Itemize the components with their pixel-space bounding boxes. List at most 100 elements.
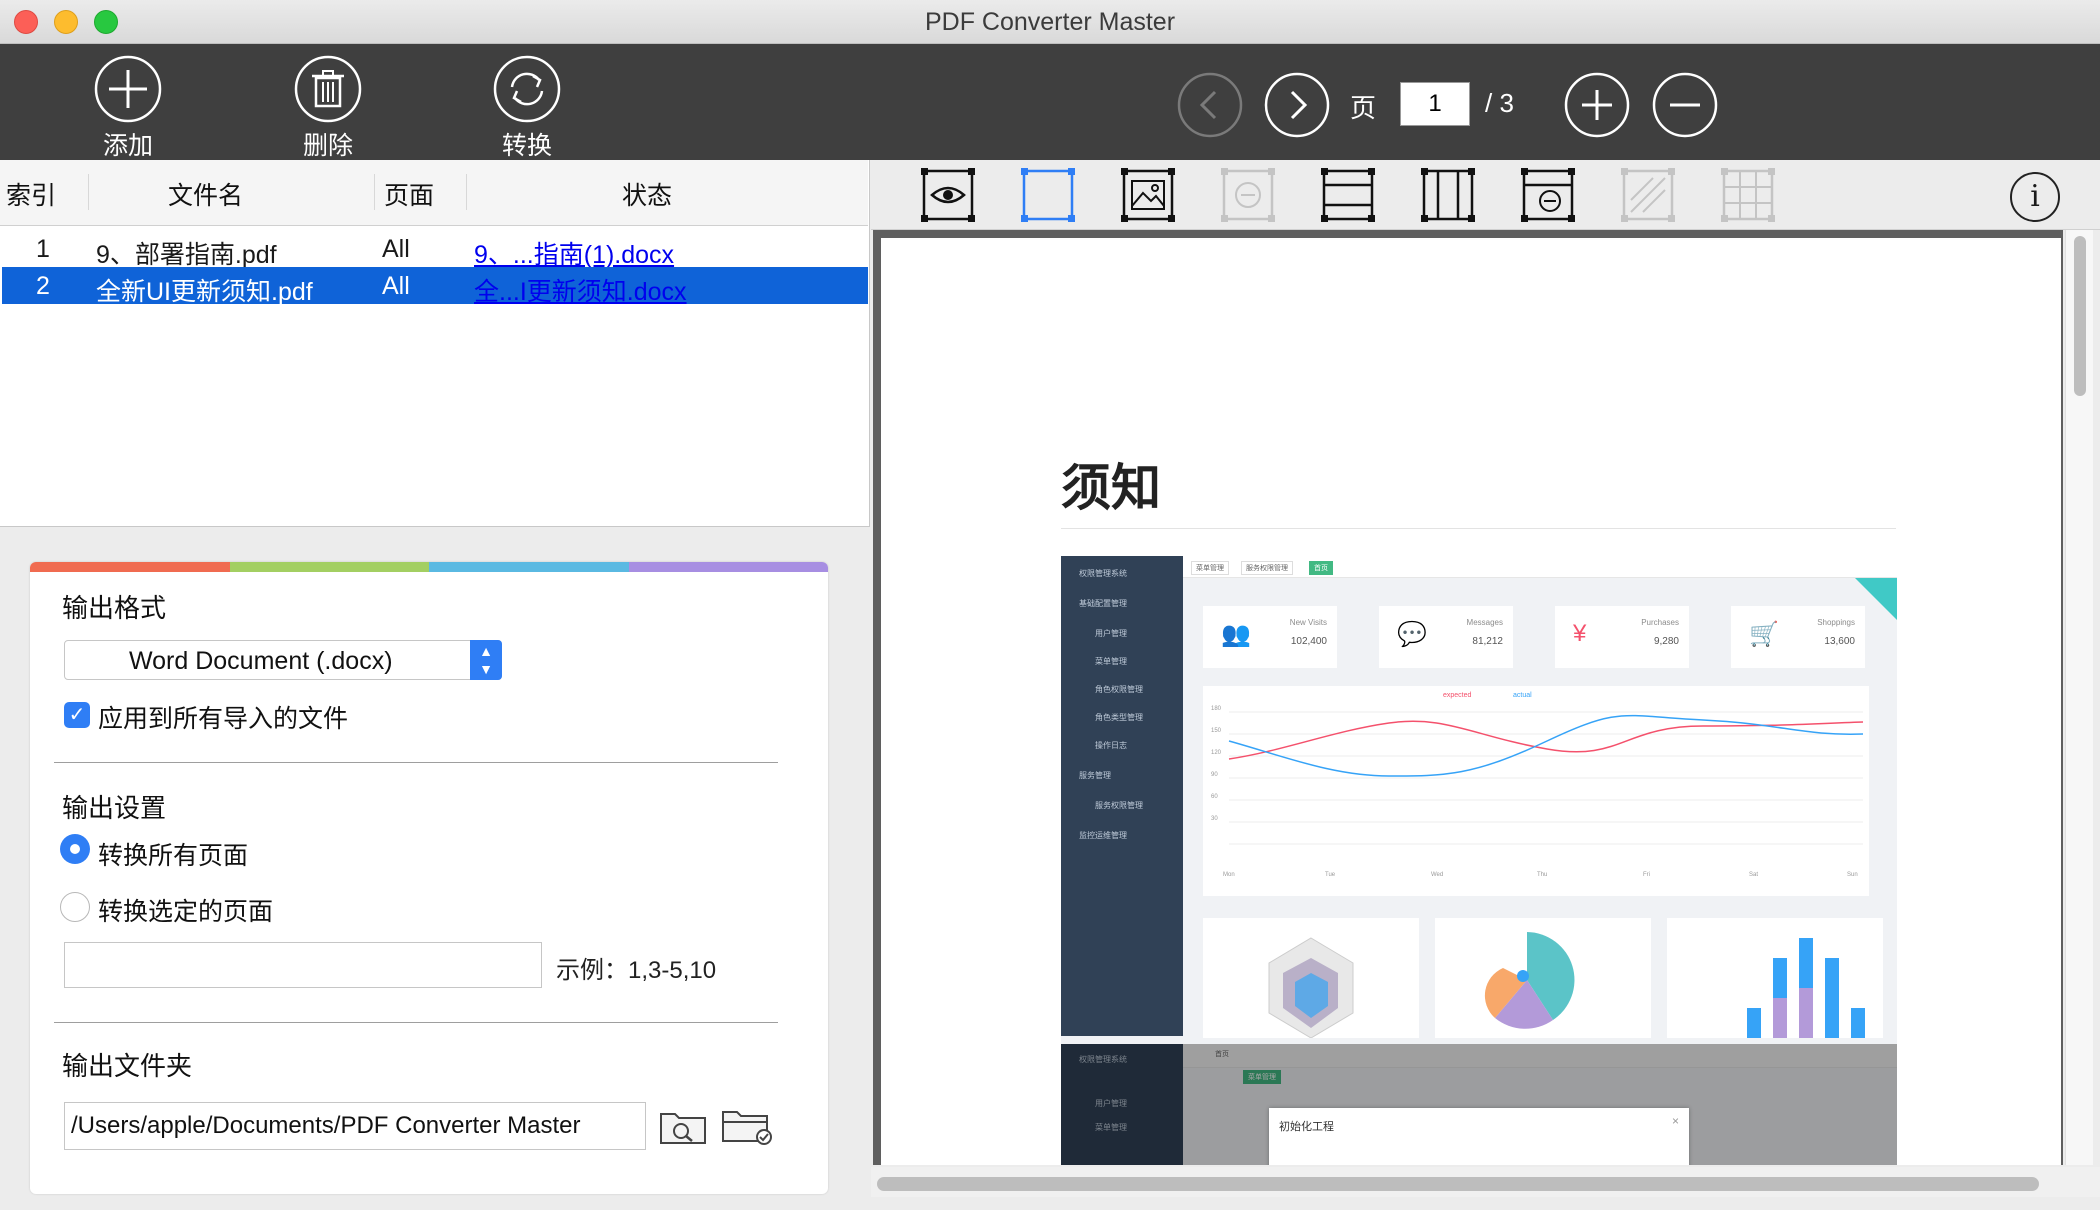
close-icon: ×: [1671, 1114, 1679, 1128]
apply-all-checkbox[interactable]: ✓: [64, 702, 90, 728]
delete-button[interactable]: 删除: [268, 54, 388, 160]
preview-page: 须知 权限管理系统 基础配置管理 用户管理 菜单管理 角色权限管理 角色类型管理…: [881, 238, 2061, 1165]
x-tick: Thu: [1537, 872, 1548, 878]
title-bar: PDF Converter Master: [0, 0, 2100, 44]
convert-selected-pages-radio[interactable]: [60, 892, 90, 922]
remove-region-icon[interactable]: [1521, 168, 1575, 222]
document-preview: 须知 权限管理系统 基础配置管理 用户管理 菜单管理 角色权限管理 角色类型管理…: [871, 230, 2100, 1210]
preview-toolbar: i: [871, 160, 2100, 230]
vertical-scrollbar[interactable]: [2065, 230, 2093, 1165]
vertical-split-icon[interactable]: [1421, 168, 1475, 222]
output-format-value: Word Document (.docx): [129, 647, 393, 675]
column-header-pages[interactable]: 页面: [384, 176, 434, 212]
column-header-name[interactable]: 文件名: [168, 176, 243, 212]
yen-icon: ¥: [1573, 620, 1587, 647]
convert-selected-pages-label[interactable]: 转换选定的页面: [98, 892, 273, 928]
column-header-status[interactable]: 状态: [622, 176, 672, 212]
file-list-header: 索引 文件名 页面 状态: [0, 160, 868, 226]
dash-side-item: 服务管理: [1079, 771, 1111, 780]
radar-chart-card: [1203, 918, 1419, 1039]
zoom-in-button[interactable]: [1564, 72, 1630, 138]
image-region-icon[interactable]: [1121, 168, 1175, 222]
eye-view-icon[interactable]: [921, 168, 975, 222]
stat-name: Shoppings: [1817, 618, 1855, 627]
previous-page-button[interactable]: [1177, 72, 1243, 138]
strip-segment: [229, 562, 429, 572]
stat-card: 🛒 Shoppings 13,600: [1731, 606, 1865, 668]
open-folder-icon[interactable]: [720, 1106, 774, 1146]
y-tick: 150: [1211, 728, 1222, 734]
page-label: 页: [1350, 93, 1377, 123]
info-icon[interactable]: i: [2010, 172, 2060, 222]
line-chart-card: expected actual 180 150 120 90 60 30 Mon…: [1203, 686, 1869, 896]
apply-all-label[interactable]: 应用到所有导入的文件: [98, 699, 348, 735]
pages-example-hint: 示例：1,3-5,10: [556, 957, 717, 984]
dash-crumb: 服务权限管理: [1241, 561, 1293, 575]
bar-chart: [1747, 938, 1865, 1038]
y-tick: 180: [1211, 706, 1222, 712]
add-icon: [94, 55, 162, 123]
app-window: PDF Converter Master 添加 删除 转换 页 1 / 3 索引…: [0, 0, 2100, 1210]
column-header-index[interactable]: 索引: [6, 176, 56, 212]
document-heading: 须知: [1061, 459, 1161, 517]
x-tick: Sun: [1847, 872, 1858, 878]
select-rect-icon[interactable]: [1021, 168, 1075, 222]
current-page-input[interactable]: 1: [1400, 82, 1470, 126]
vertical-scroll-thumb[interactable]: [2074, 236, 2086, 396]
dashboard-sidebar: 权限管理系统 基础配置管理 用户管理 菜单管理 角色权限管理 角色类型管理 操作…: [1061, 556, 1183, 1036]
output-folder-label: 输出文件夹: [62, 1051, 193, 1081]
convert-all-pages-label[interactable]: 转换所有页面: [98, 836, 248, 872]
table-row-selected[interactable]: 2 全新UI更新须知.pdf All 全...I更新须知.docx: [2, 267, 868, 306]
dash-side-item: 操作日志: [1095, 741, 1127, 750]
selected-pages-input[interactable]: [64, 942, 542, 988]
output-folder-field[interactable]: /Users/apple/Documents/PDF Converter Mas…: [64, 1102, 646, 1150]
dashboard-dialog: 初始化工程 ×: [1269, 1108, 1689, 1165]
embedded-dashboard-image: 权限管理系统 基础配置管理 用户管理 菜单管理 角色权限管理 角色类型管理 操作…: [1061, 556, 1897, 1165]
horizontal-split-icon[interactable]: [1321, 168, 1375, 222]
y-tick: 60: [1211, 794, 1218, 800]
total-pages: / 3: [1485, 88, 1514, 118]
trash-icon: [294, 55, 362, 123]
y-tick: 90: [1211, 772, 1218, 778]
pie-chart-card: [1435, 918, 1651, 1038]
file-list-panel: 索引 文件名 页面 状态 1 9、部署指南.pdf All 9、...指南(1)…: [0, 160, 870, 527]
divider: [54, 1022, 778, 1023]
stat-card: 👥 New Visits 102,400: [1203, 606, 1337, 668]
divider: [54, 762, 778, 763]
x-tick: Sat: [1749, 872, 1759, 878]
line-chart: [1228, 711, 1864, 845]
horizontal-scroll-thumb[interactable]: [877, 1177, 2039, 1191]
add-button-label: 添加: [102, 132, 153, 160]
chevron-updown-icon: ▲ ▼: [470, 640, 502, 680]
preview-frame: 须知 权限管理系统 基础配置管理 用户管理 菜单管理 角色权限管理 角色类型管理…: [873, 230, 2063, 1165]
add-button[interactable]: 添加: [68, 54, 188, 160]
stat-card: 💬 Messages 81,212: [1379, 606, 1513, 668]
row-file-name: 9、部署指南.pdf: [96, 241, 277, 269]
strip-segment: [628, 562, 828, 572]
stat-value: 13,600: [1824, 636, 1855, 647]
zoom-out-button[interactable]: [1652, 72, 1718, 138]
stat-value: 102,400: [1290, 636, 1327, 647]
convert-button[interactable]: 转换: [467, 54, 587, 160]
table-row[interactable]: 1 9、部署指南.pdf All 9、...指南(1).docx: [2, 230, 868, 269]
column-divider: [88, 174, 89, 210]
window-title: PDF Converter Master: [924, 8, 1176, 36]
dashboard-topbar: 菜单管理 服务权限管理 首页: [1183, 556, 1897, 578]
settings-panel: 输出格式 Word Document (.docx) ▲ ▼ ✓ 应用到所有导入的…: [30, 562, 828, 1194]
next-page-button[interactable]: [1264, 72, 1330, 138]
row-status-link[interactable]: 9、...指南(1).docx: [474, 235, 674, 271]
row-pages: All: [382, 235, 410, 263]
stat-card: ¥ Purchases 9,280: [1555, 606, 1689, 668]
horizontal-scrollbar[interactable]: [871, 1167, 2100, 1197]
delete-button-label: 删除: [302, 132, 353, 160]
radar-chart: [1268, 937, 1354, 1039]
output-settings-label: 输出设置: [62, 793, 167, 823]
convert-all-pages-radio[interactable]: [60, 834, 90, 864]
bar-chart-card: [1667, 918, 1883, 1038]
x-tick: Tue: [1325, 872, 1336, 878]
row-status-link[interactable]: 全...I更新须知.docx: [474, 272, 687, 308]
output-format-label: 输出格式: [62, 593, 167, 623]
stat-name: New Visits: [1289, 618, 1327, 627]
browse-folder-icon[interactable]: [658, 1106, 708, 1146]
output-format-select[interactable]: Word Document (.docx) ▲ ▼: [64, 640, 502, 680]
